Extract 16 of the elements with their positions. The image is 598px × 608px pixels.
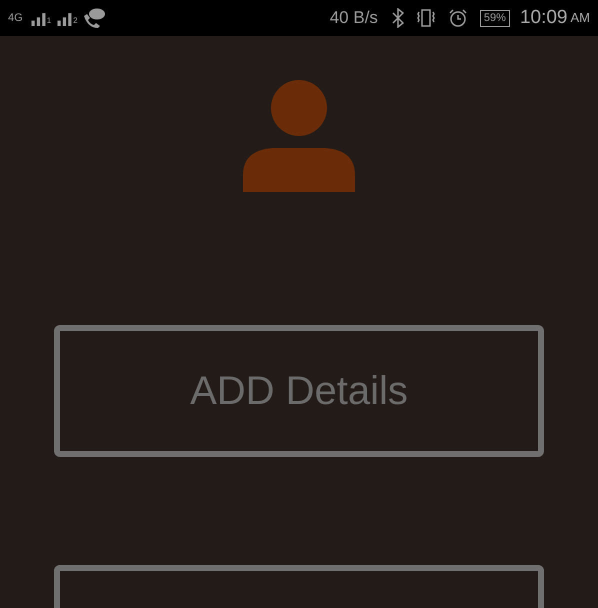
bluetooth-icon bbox=[392, 8, 404, 28]
sim-number: 1 bbox=[46, 15, 52, 27]
clock-period: AM bbox=[570, 9, 590, 28]
signal-icon bbox=[57, 10, 74, 26]
alarm-clock-icon bbox=[448, 8, 468, 28]
sim-number: 2 bbox=[73, 15, 78, 27]
signal-icon bbox=[30, 10, 47, 26]
battery-indicator: 59% bbox=[480, 10, 510, 26]
clock-time: 10:09 bbox=[520, 6, 568, 30]
outlined-button[interactable] bbox=[54, 565, 544, 608]
network-type: 4G bbox=[8, 12, 23, 24]
person-avatar-icon bbox=[243, 80, 355, 192]
phone-chat-icon bbox=[82, 8, 106, 28]
network-speed: 40 B/s bbox=[330, 7, 378, 30]
add-details-button[interactable]: ADD Details bbox=[54, 325, 544, 457]
vibrate-icon bbox=[416, 8, 436, 28]
